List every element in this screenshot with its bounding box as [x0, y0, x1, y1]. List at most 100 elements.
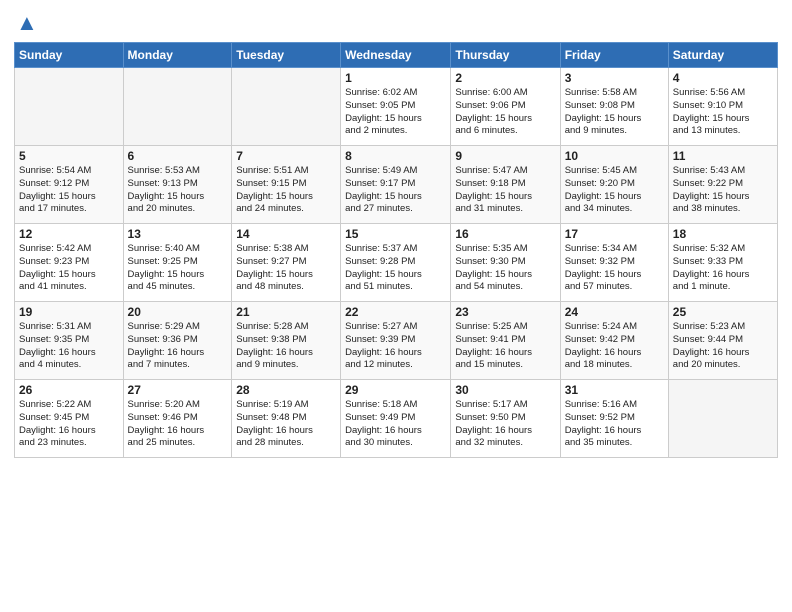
day-info: Sunrise: 5:45 AM Sunset: 9:20 PM Dayligh… — [565, 165, 664, 216]
day-info: Sunrise: 5:17 AM Sunset: 9:50 PM Dayligh… — [455, 399, 555, 450]
calendar-cell: 10 Sunrise: 5:45 AM Sunset: 9:20 PM Dayli… — [560, 146, 668, 224]
day-number: 22 — [345, 305, 446, 319]
day-info: Sunrise: 5:47 AM Sunset: 9:18 PM Dayligh… — [455, 165, 555, 216]
day-info: Sunrise: 5:28 AM Sunset: 9:38 PM Dayligh… — [236, 321, 336, 372]
calendar-cell: 1 Sunrise: 6:02 AM Sunset: 9:05 PM Daylig… — [341, 68, 451, 146]
day-info: Sunrise: 5:22 AM Sunset: 9:45 PM Dayligh… — [19, 399, 119, 450]
weekday-header-friday: Friday — [560, 43, 668, 68]
day-info: Sunrise: 5:38 AM Sunset: 9:27 PM Dayligh… — [236, 243, 336, 294]
day-number: 1 — [345, 71, 446, 85]
weekday-header-wednesday: Wednesday — [341, 43, 451, 68]
day-info: Sunrise: 5:34 AM Sunset: 9:32 PM Dayligh… — [565, 243, 664, 294]
calendar-cell: 3 Sunrise: 5:58 AM Sunset: 9:08 PM Daylig… — [560, 68, 668, 146]
day-info: Sunrise: 5:27 AM Sunset: 9:39 PM Dayligh… — [345, 321, 446, 372]
day-number: 2 — [455, 71, 555, 85]
day-number: 18 — [673, 227, 773, 241]
calendar-cell: 21 Sunrise: 5:28 AM Sunset: 9:38 PM Dayli… — [232, 302, 341, 380]
day-info: Sunrise: 5:19 AM Sunset: 9:48 PM Dayligh… — [236, 399, 336, 450]
day-info: Sunrise: 5:58 AM Sunset: 9:08 PM Dayligh… — [565, 87, 664, 138]
day-number: 21 — [236, 305, 336, 319]
calendar-cell: 14Sunrise: 5:38 AM Sunset: 9:27 PM Dayli… — [232, 224, 341, 302]
day-number: 9 — [455, 149, 555, 163]
day-number: 4 — [673, 71, 773, 85]
calendar-header-row: SundayMondayTuesdayWednesdayThursdayFrid… — [15, 43, 778, 68]
day-info: Sunrise: 5:20 AM Sunset: 9:46 PM Dayligh… — [128, 399, 228, 450]
calendar-cell: 2Sunrise: 6:00 AM Sunset: 9:06 PM Daylig… — [451, 68, 560, 146]
day-number: 16 — [455, 227, 555, 241]
calendar-cell — [668, 380, 777, 458]
day-number: 3 — [565, 71, 664, 85]
day-info: Sunrise: 5:16 AM Sunset: 9:52 PM Dayligh… — [565, 399, 664, 450]
calendar-cell: 30Sunrise: 5:17 AM Sunset: 9:50 PM Dayli… — [451, 380, 560, 458]
calendar-week-row: 26 Sunrise: 5:22 AM Sunset: 9:45 PM Dayli… — [15, 380, 778, 458]
weekday-header-monday: Monday — [123, 43, 232, 68]
day-number: 5 — [19, 149, 119, 163]
day-number: 6 — [128, 149, 228, 163]
day-info: Sunrise: 5:54 AM Sunset: 9:12 PM Dayligh… — [19, 165, 119, 216]
calendar-cell: 26 Sunrise: 5:22 AM Sunset: 9:45 PM Dayli… — [15, 380, 124, 458]
calendar-cell: 29 Sunrise: 5:18 AM Sunset: 9:49 PM Dayli… — [341, 380, 451, 458]
calendar-week-row: 12Sunrise: 5:42 AM Sunset: 9:23 PM Dayli… — [15, 224, 778, 302]
day-info: Sunrise: 5:53 AM Sunset: 9:13 PM Dayligh… — [128, 165, 228, 216]
day-number: 11 — [673, 149, 773, 163]
day-number: 25 — [673, 305, 773, 319]
day-info: Sunrise: 5:18 AM Sunset: 9:49 PM Dayligh… — [345, 399, 446, 450]
calendar-cell — [123, 68, 232, 146]
day-info: Sunrise: 5:43 AM Sunset: 9:22 PM Dayligh… — [673, 165, 773, 216]
day-number: 13 — [128, 227, 228, 241]
day-info: Sunrise: 5:23 AM Sunset: 9:44 PM Dayligh… — [673, 321, 773, 372]
day-number: 26 — [19, 383, 119, 397]
day-info: Sunrise: 5:24 AM Sunset: 9:42 PM Dayligh… — [565, 321, 664, 372]
day-number: 20 — [128, 305, 228, 319]
day-info: Sunrise: 5:49 AM Sunset: 9:17 PM Dayligh… — [345, 165, 446, 216]
day-number: 29 — [345, 383, 446, 397]
weekday-header-tuesday: Tuesday — [232, 43, 341, 68]
day-info: Sunrise: 6:02 AM Sunset: 9:05 PM Dayligh… — [345, 87, 446, 138]
calendar-cell: 9 Sunrise: 5:47 AM Sunset: 9:18 PM Daylig… — [451, 146, 560, 224]
header: ▲ — [14, 10, 778, 36]
day-number: 8 — [345, 149, 446, 163]
day-number: 27 — [128, 383, 228, 397]
calendar-cell: 5 Sunrise: 5:54 AM Sunset: 9:12 PM Daylig… — [15, 146, 124, 224]
logo-bird-icon: ▲ — [16, 10, 38, 36]
calendar-cell — [15, 68, 124, 146]
calendar-cell: 31 Sunrise: 5:16 AM Sunset: 9:52 PM Dayli… — [560, 380, 668, 458]
calendar-cell: 23Sunrise: 5:25 AM Sunset: 9:41 PM Dayli… — [451, 302, 560, 380]
calendar-cell: 27 Sunrise: 5:20 AM Sunset: 9:46 PM Dayli… — [123, 380, 232, 458]
day-number: 10 — [565, 149, 664, 163]
calendar-cell: 20 Sunrise: 5:29 AM Sunset: 9:36 PM Dayli… — [123, 302, 232, 380]
day-info: Sunrise: 5:31 AM Sunset: 9:35 PM Dayligh… — [19, 321, 119, 372]
calendar-table: SundayMondayTuesdayWednesdayThursdayFrid… — [14, 42, 778, 458]
day-info: Sunrise: 5:56 AM Sunset: 9:10 PM Dayligh… — [673, 87, 773, 138]
day-number: 28 — [236, 383, 336, 397]
calendar-week-row: 1 Sunrise: 6:02 AM Sunset: 9:05 PM Daylig… — [15, 68, 778, 146]
day-info: Sunrise: 5:40 AM Sunset: 9:25 PM Dayligh… — [128, 243, 228, 294]
calendar-cell: 28 Sunrise: 5:19 AM Sunset: 9:48 PM Dayli… — [232, 380, 341, 458]
calendar-cell: 25 Sunrise: 5:23 AM Sunset: 9:44 PM Dayli… — [668, 302, 777, 380]
day-number: 15 — [345, 227, 446, 241]
day-number: 24 — [565, 305, 664, 319]
day-number: 31 — [565, 383, 664, 397]
day-info: Sunrise: 5:32 AM Sunset: 9:33 PM Dayligh… — [673, 243, 773, 294]
day-info: Sunrise: 5:51 AM Sunset: 9:15 PM Dayligh… — [236, 165, 336, 216]
day-number: 12 — [19, 227, 119, 241]
day-info: Sunrise: 5:29 AM Sunset: 9:36 PM Dayligh… — [128, 321, 228, 372]
calendar-week-row: 19Sunrise: 5:31 AM Sunset: 9:35 PM Dayli… — [15, 302, 778, 380]
calendar-cell: 13 Sunrise: 5:40 AM Sunset: 9:25 PM Dayli… — [123, 224, 232, 302]
day-number: 7 — [236, 149, 336, 163]
calendar-cell: 22 Sunrise: 5:27 AM Sunset: 9:39 PM Dayli… — [341, 302, 451, 380]
calendar-cell: 8 Sunrise: 5:49 AM Sunset: 9:17 PM Daylig… — [341, 146, 451, 224]
page: ▲ SundayMondayTuesdayWednesdayThursdayFr… — [0, 0, 792, 612]
day-number: 17 — [565, 227, 664, 241]
calendar-cell — [232, 68, 341, 146]
calendar-cell: 19Sunrise: 5:31 AM Sunset: 9:35 PM Dayli… — [15, 302, 124, 380]
weekday-header-saturday: Saturday — [668, 43, 777, 68]
logo: ▲ — [14, 10, 38, 36]
calendar-cell: 24 Sunrise: 5:24 AM Sunset: 9:42 PM Dayli… — [560, 302, 668, 380]
day-info: Sunrise: 5:35 AM Sunset: 9:30 PM Dayligh… — [455, 243, 555, 294]
calendar-cell: 15Sunrise: 5:37 AM Sunset: 9:28 PM Dayli… — [341, 224, 451, 302]
calendar-cell: 18 Sunrise: 5:32 AM Sunset: 9:33 PM Dayli… — [668, 224, 777, 302]
calendar-cell: 7 Sunrise: 5:51 AM Sunset: 9:15 PM Daylig… — [232, 146, 341, 224]
calendar-cell: 16 Sunrise: 5:35 AM Sunset: 9:30 PM Dayli… — [451, 224, 560, 302]
calendar-cell: 12Sunrise: 5:42 AM Sunset: 9:23 PM Dayli… — [15, 224, 124, 302]
